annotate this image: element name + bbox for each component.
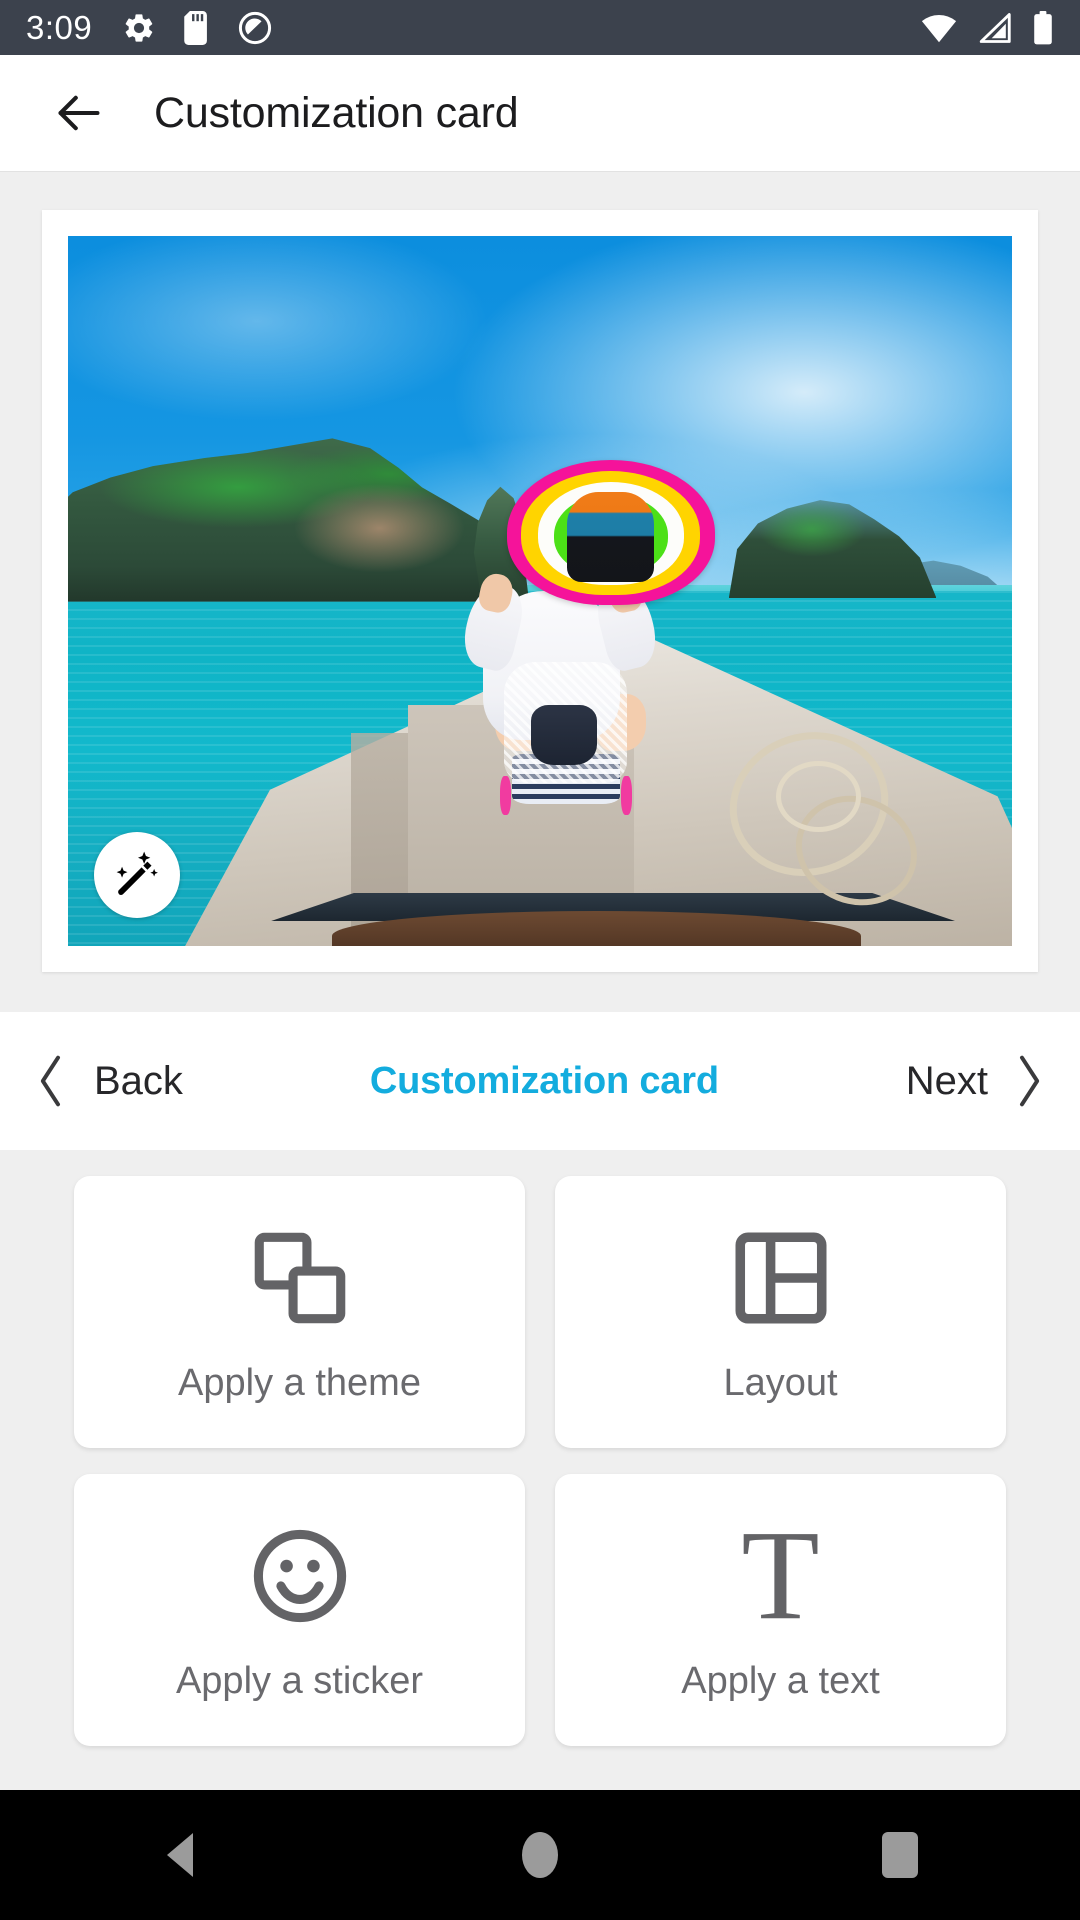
step-back-label: Back: [94, 1058, 183, 1103]
option-label: Apply a theme: [178, 1361, 421, 1404]
android-recents-button[interactable]: [835, 1790, 965, 1920]
status-bar-right-icons: [920, 10, 1054, 45]
do-not-disturb-icon: [239, 11, 272, 44]
text-t-icon: T: [741, 1504, 820, 1647]
battery-icon: [1034, 10, 1052, 44]
nav-home-circle-icon: [522, 1832, 558, 1878]
status-bar-left-icons: [122, 10, 272, 45]
option-card-apply-a-sticker[interactable]: Apply a sticker: [74, 1474, 525, 1746]
step-next-label: Next: [905, 1058, 988, 1103]
step-next-button[interactable]: Next: [906, 1053, 1046, 1109]
option-card-apply-a-theme[interactable]: Apply a theme: [74, 1176, 525, 1448]
app-bar: Customization card: [0, 55, 1080, 172]
photo-person-backpack: [530, 704, 597, 765]
nav-back-triangle-icon: [167, 1833, 193, 1877]
back-arrow-button[interactable]: [46, 80, 112, 146]
option-label: Apply a text: [681, 1659, 880, 1702]
status-bar: 3:09: [0, 0, 1080, 55]
chevron-left-icon: [40, 1055, 60, 1107]
overlapping-squares-icon: [254, 1232, 345, 1323]
layout-icon-wrap: [729, 1220, 833, 1336]
page-title: Customization card: [154, 88, 519, 137]
step-title: Customization card: [369, 1059, 719, 1102]
apply-a-sticker-icon-wrap: [248, 1518, 352, 1634]
preview-area: [0, 172, 1080, 1012]
magic-wand-button[interactable]: [94, 832, 180, 918]
customization-options-grid: Apply a theme Layout Apply a sticker T A: [0, 1150, 1080, 1746]
photo-straw-hat: [506, 459, 715, 606]
photo-rope-coil-3: [776, 761, 861, 833]
arrow-left-icon: [58, 95, 100, 131]
photo-preview[interactable]: [68, 236, 1012, 946]
smiley-face-icon: [253, 1529, 346, 1622]
step-navigation-bar: Back Customization card Next: [0, 1012, 1080, 1150]
photo-tassel-left: [500, 775, 511, 815]
magic-wand-icon: [116, 851, 158, 895]
photo-card: [42, 210, 1038, 972]
chevron-right-icon: [1020, 1055, 1040, 1107]
android-home-button[interactable]: [475, 1790, 605, 1920]
option-card-apply-a-text[interactable]: T Apply a text: [555, 1474, 1006, 1746]
cellular-signal-icon: [979, 12, 1011, 43]
wifi-icon: [921, 14, 957, 42]
option-label: Apply a sticker: [175, 1659, 424, 1702]
apply-a-text-icon-wrap: T: [741, 1504, 820, 1647]
step-back-button[interactable]: Back: [34, 1053, 183, 1109]
photo-hat-crown: [567, 491, 655, 582]
apply-a-theme-icon-wrap: [248, 1220, 352, 1336]
sd-card-icon: [184, 10, 208, 45]
photo-tassel-right: [621, 775, 632, 815]
nav-recents-square-icon: [882, 1832, 918, 1878]
gear-icon: [125, 13, 153, 42]
layout-grid-icon: [734, 1231, 826, 1323]
status-bar-clock: 3:09: [26, 8, 93, 46]
android-navigation-bar: [0, 1790, 1080, 1920]
option-label: Layout: [723, 1361, 838, 1404]
option-card-layout[interactable]: Layout: [555, 1176, 1006, 1448]
android-back-button[interactable]: [115, 1790, 245, 1920]
